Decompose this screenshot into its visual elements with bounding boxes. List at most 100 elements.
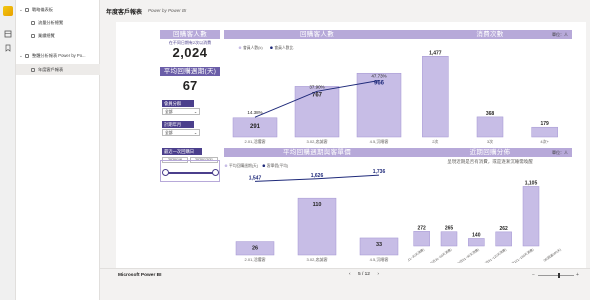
date-slider-handle-end[interactable] [212,169,219,176]
bar [422,56,449,138]
x-tick-label: 3.02,忠誠客 [307,256,328,262]
period-dropdown[interactable]: 全部 ⌄ [162,129,200,136]
member-dropdown[interactable]: 全部 ⌄ [162,108,200,115]
zoom-in-button[interactable]: + [576,272,579,278]
panel-cycle-title: 平均回購週期與客單價 [224,148,410,157]
x-tick-label: 06(超過180天) [542,247,562,263]
page-indicator: 5 / 12 [357,272,370,277]
frequency-chart: 1,477 2次 368 3次 179 4次+ [422,50,558,144]
page-navigator: ‹ 5 / 12 › [346,272,382,277]
cycle-value: 67 [182,78,198,93]
line-data-label: 1,626 [311,173,324,179]
bar [531,126,558,138]
kpi-value: 2,024 [172,45,208,60]
nav-label: 整體分析報表 Power by Po... [32,53,86,58]
nav-item-sales[interactable]: 業績總覽 [16,30,100,41]
legend-marker [270,46,273,49]
bar [495,231,512,247]
panel-frequency-unit: 單位：人 [552,32,568,37]
recent-chart: 272 01(最近1~30天消費) 265 02(近31~60天消費) 140 03(近6… [408,180,562,263]
report-canvas: 回購客人數 在不同日期有2次以消費 2,024 平均回購週期(天) 67 會員分… [116,22,586,268]
navigation-pane: ⌄ 戰略儀表板 流量分析總覽 業績總覽 ⌄ 整體分析報表 Power by Po… [16,0,100,300]
x-tick-label: 02(近31~60天消費) [427,247,452,263]
date-slider-handle-start[interactable] [162,169,169,176]
x-tick-label: 2次 [432,138,438,144]
bar [476,116,504,138]
nav-label: 年度客戶報表 [38,67,64,72]
powerbi-app: ⌄ 戰略儀表板 流量分析總覽 業績總覽 ⌄ 整體分析報表 Power by Po… [0,0,590,300]
zoom-out-button[interactable]: − [532,272,535,278]
chevron-down-icon: ⌄ [19,53,23,58]
bar-data-label: 110 [313,202,322,208]
bar-data-label: 1,477 [429,50,442,56]
x-tick-label: 3次 [487,138,493,144]
left-rail [0,0,16,300]
nav-group-strategy[interactable]: ⌄ 戰略儀表板 [16,4,100,15]
report-subtitle: Power by Power BI [148,8,187,13]
pages-icon[interactable] [4,30,12,38]
bar-data-label: 291 [250,124,261,130]
nav-group-analysis[interactable]: ⌄ 整體分析報表 Power by Po... [16,50,100,61]
x-tick-label: 03(近61~90天消費) [455,247,480,263]
page-icon [31,20,35,25]
date-to-input[interactable]: 2020/12/31 [190,157,218,163]
brand-label: Microsoft Power BI [118,273,162,278]
panel-recent-unit: 單位：人 [552,150,568,155]
x-tick-label: 04(近91~120天消費) [480,247,507,263]
legend-label: 會員人數(k) [243,45,263,50]
date-filter-label: 最近一次回購日 [162,148,202,155]
line-data-label: 37.90% [309,84,324,89]
line-data-label: 1,736 [373,169,386,175]
page-icon [31,67,35,72]
panel-recent-title: 近期回購分佈 單位：人 [408,148,572,157]
bar-data-label: 368 [486,111,495,117]
chevron-down-icon: ⌄ [19,7,23,12]
cycle-label: 平均回購週期(天) [160,67,220,76]
x-tick-label: 05(近121~180天消費) [506,247,534,263]
panel-recent-label: 近期回購分佈 [469,149,511,156]
bar-data-label: 272 [417,225,426,231]
bar [413,231,430,247]
bar-data-label: 1,105 [525,180,538,186]
bar-data-label: 26 [252,246,258,252]
bar-data-label: 33 [376,242,382,248]
line-data-label: 1,547 [249,175,262,181]
bar-data-label: 767 [312,92,323,98]
filter-column: 回購客人數 在不同日期有2次以消費 2,024 平均回購週期(天) 67 會員分… [160,30,220,182]
cycle-chart: 平均回購週期(天) 客單價(平均) 26 1,547 2.01,活躍客 110 1,626 3… [224,163,399,262]
panel-frequency-title: 消費次數 單位：人 [408,30,572,39]
bar [468,238,485,247]
date-from-input[interactable]: 2020/1/6 [162,157,188,163]
prev-page-button[interactable]: ‹ [349,272,351,277]
bar-data-label: 262 [499,226,508,232]
x-tick-label: 2.01,活躍客 [245,256,266,262]
next-page-button[interactable]: › [377,272,379,277]
legend-marker [262,164,266,167]
x-tick-label: 2.01,活躍客 [245,138,266,144]
repurchase-chart: 會員人數(k) 會員人數比14.38%2912.01,活躍客37.90%7673.… [232,45,402,144]
x-tick-label: 4次+ [540,138,549,144]
member-dropdown-value: 全部 [165,110,173,114]
nav-item-annual-report[interactable]: 年度客戶報表 [16,64,100,75]
page-icon [31,33,35,38]
panel-repurchase-title: 回購客人數 [224,30,410,39]
legend-label: 會員人數比 [274,45,293,50]
powerbi-logo-icon [3,6,13,16]
bookmarks-icon[interactable] [4,44,12,52]
legend-label: 客單價(平均) [267,163,289,168]
x-tick-label: 4.5,沉睡客 [370,138,389,144]
legend-marker [238,46,242,49]
nav-label: 戰略儀表板 [32,7,53,12]
period-filter-label: 計期年月 [162,121,194,128]
zoom-slider-handle[interactable] [558,273,560,278]
member-filter-label: 會員分群 [162,100,194,107]
date-filter-frame [160,160,220,182]
chevron-down-icon: ⌄ [193,110,197,114]
report-header: 年度客戶報表 Power by Power BI [100,0,590,22]
x-tick-label: 3.02,忠誠客 [307,138,328,144]
nav-label: 流量分析總覽 [38,20,64,25]
chevron-down-icon: ⌄ [193,131,197,135]
nav-item-traffic[interactable]: 流量分析總覽 [16,17,100,28]
zoom-slider[interactable] [538,273,574,278]
date-slider-track[interactable] [164,172,218,174]
